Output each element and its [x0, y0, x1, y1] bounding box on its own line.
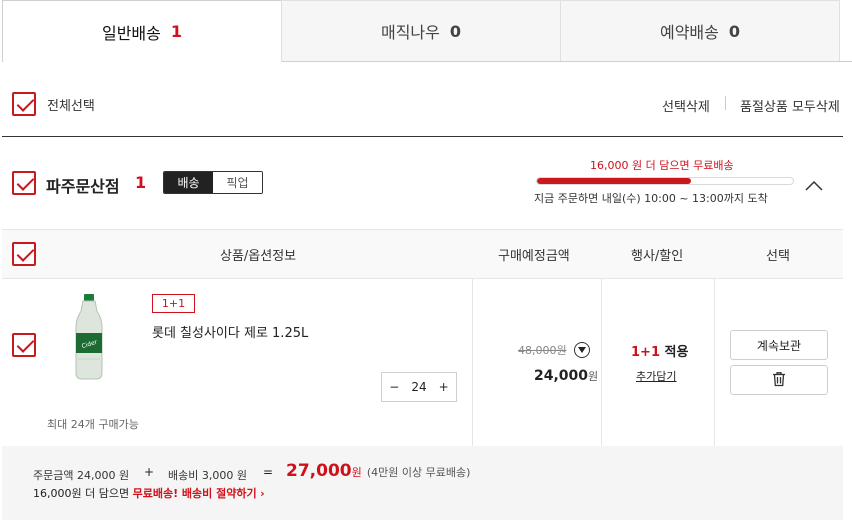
shipping-fee: 배송비 3,000 원 [168, 469, 247, 482]
item-checkbox[interactable] [12, 333, 36, 357]
add-more-link[interactable]: 추가담기 [636, 368, 676, 384]
delivery-mode-toggle: 배송 픽업 [163, 171, 263, 194]
total-amount: 27,000 [286, 461, 352, 481]
price-detail-toggle-icon[interactable] [574, 342, 590, 358]
plus-sign: + [144, 465, 155, 479]
mode-delivery-button[interactable]: 배송 [164, 172, 213, 193]
promo-applied: 1+1 적용 [631, 341, 688, 360]
select-all-checkbox[interactable] [12, 92, 36, 116]
order-summary [2, 446, 843, 520]
tab-label: 일반배송 [101, 23, 161, 43]
free-shipping-amount: 16,000 원 더 담으면 [590, 159, 694, 172]
mode-pickup-button[interactable]: 픽업 [213, 172, 262, 193]
header-price: 구매예정금액 [498, 249, 570, 264]
select-all-label: 전체선택 [47, 99, 95, 114]
free-shipping-progress [536, 177, 794, 185]
free-shipping-message: 16,000 원 더 담으면 무료배송 [590, 157, 734, 173]
trash-icon [771, 371, 787, 390]
promo-applied-label: 적용 [659, 345, 689, 360]
tab-count: 0 [728, 21, 741, 41]
tab-scheduled-delivery[interactable]: 예약배송 0 [560, 0, 840, 62]
store-count: 1 [135, 173, 147, 192]
promo-badge: 1+1 [152, 294, 195, 313]
purchase-limit: 최대 24개 구매가능 [47, 418, 139, 431]
tab-label: 예약배송 [659, 23, 719, 42]
divider [725, 96, 726, 110]
column-divider [472, 279, 473, 446]
item-header-checkbox[interactable] [12, 242, 36, 266]
chevron-up-icon[interactable] [805, 176, 823, 191]
minus-icon[interactable]: − [382, 380, 407, 394]
header-product-info: 상품/옵션정보 [220, 249, 297, 264]
section-divider [2, 136, 843, 137]
tab-count: 0 [449, 21, 462, 41]
tab-label: 매직나우 [380, 23, 440, 42]
free-shipping-label: 무료배송 [693, 159, 734, 172]
delete-soldout-link[interactable]: 품절상품 모두삭제 [740, 96, 840, 115]
keep-item-button[interactable]: 계속보관 [730, 330, 828, 360]
column-divider [601, 279, 602, 446]
chevron-right-icon: › [260, 487, 265, 500]
arrival-note: 지금 주문하면 내일(수) 10:00 ~ 13:00까지 도착 [534, 192, 768, 205]
free-shipping-hint[interactable]: 16,000원 더 담으면 무료배송! 배송비 절약하기 › [33, 485, 265, 501]
tab-count: 1 [170, 22, 183, 41]
product-name[interactable]: 롯데 칠성사이다 제로 1.25L [152, 322, 308, 341]
plus-icon[interactable]: + [431, 380, 456, 394]
promo-type: 1+1 [631, 345, 660, 360]
hint-highlight: 무료배송! 배송비 절약하기 [132, 487, 257, 500]
hint-prefix: 16,000원 더 담으면 [33, 487, 133, 500]
quantity-stepper: − 24 + [381, 372, 457, 402]
header-promotion: 행사/할인 [631, 249, 684, 264]
original-price: 48,000원 [518, 344, 567, 357]
store-checkbox[interactable] [12, 171, 36, 195]
quantity-value[interactable]: 24 [407, 380, 432, 394]
product-image[interactable]: Cider [64, 293, 114, 381]
table-header [2, 229, 843, 279]
store-name: 파주문산점 [46, 177, 120, 196]
tab-divider [282, 61, 852, 62]
tab-magic-now[interactable]: 매직나우 0 [281, 0, 561, 62]
delete-selected-link[interactable]: 선택삭제 [662, 96, 710, 115]
free-shipping-progress-fill [537, 178, 691, 184]
total-note: (4만원 이상 무료배송) [366, 466, 471, 479]
total-unit: 원 [351, 466, 362, 479]
equals-sign: = [263, 465, 274, 479]
order-amount: 주문금액 24,000 원 [33, 469, 130, 482]
tab-general-delivery[interactable]: 일반배송 1 [2, 0, 282, 62]
total-price: 27,000원 (4만원 이상 무료배송) [286, 461, 470, 481]
price-amount: 24,000 [534, 368, 589, 384]
header-select: 선택 [766, 249, 790, 264]
column-divider [714, 279, 715, 446]
delete-item-button[interactable] [730, 365, 828, 395]
final-price: 24,000원 [534, 365, 598, 384]
price-unit: 원 [588, 370, 599, 383]
